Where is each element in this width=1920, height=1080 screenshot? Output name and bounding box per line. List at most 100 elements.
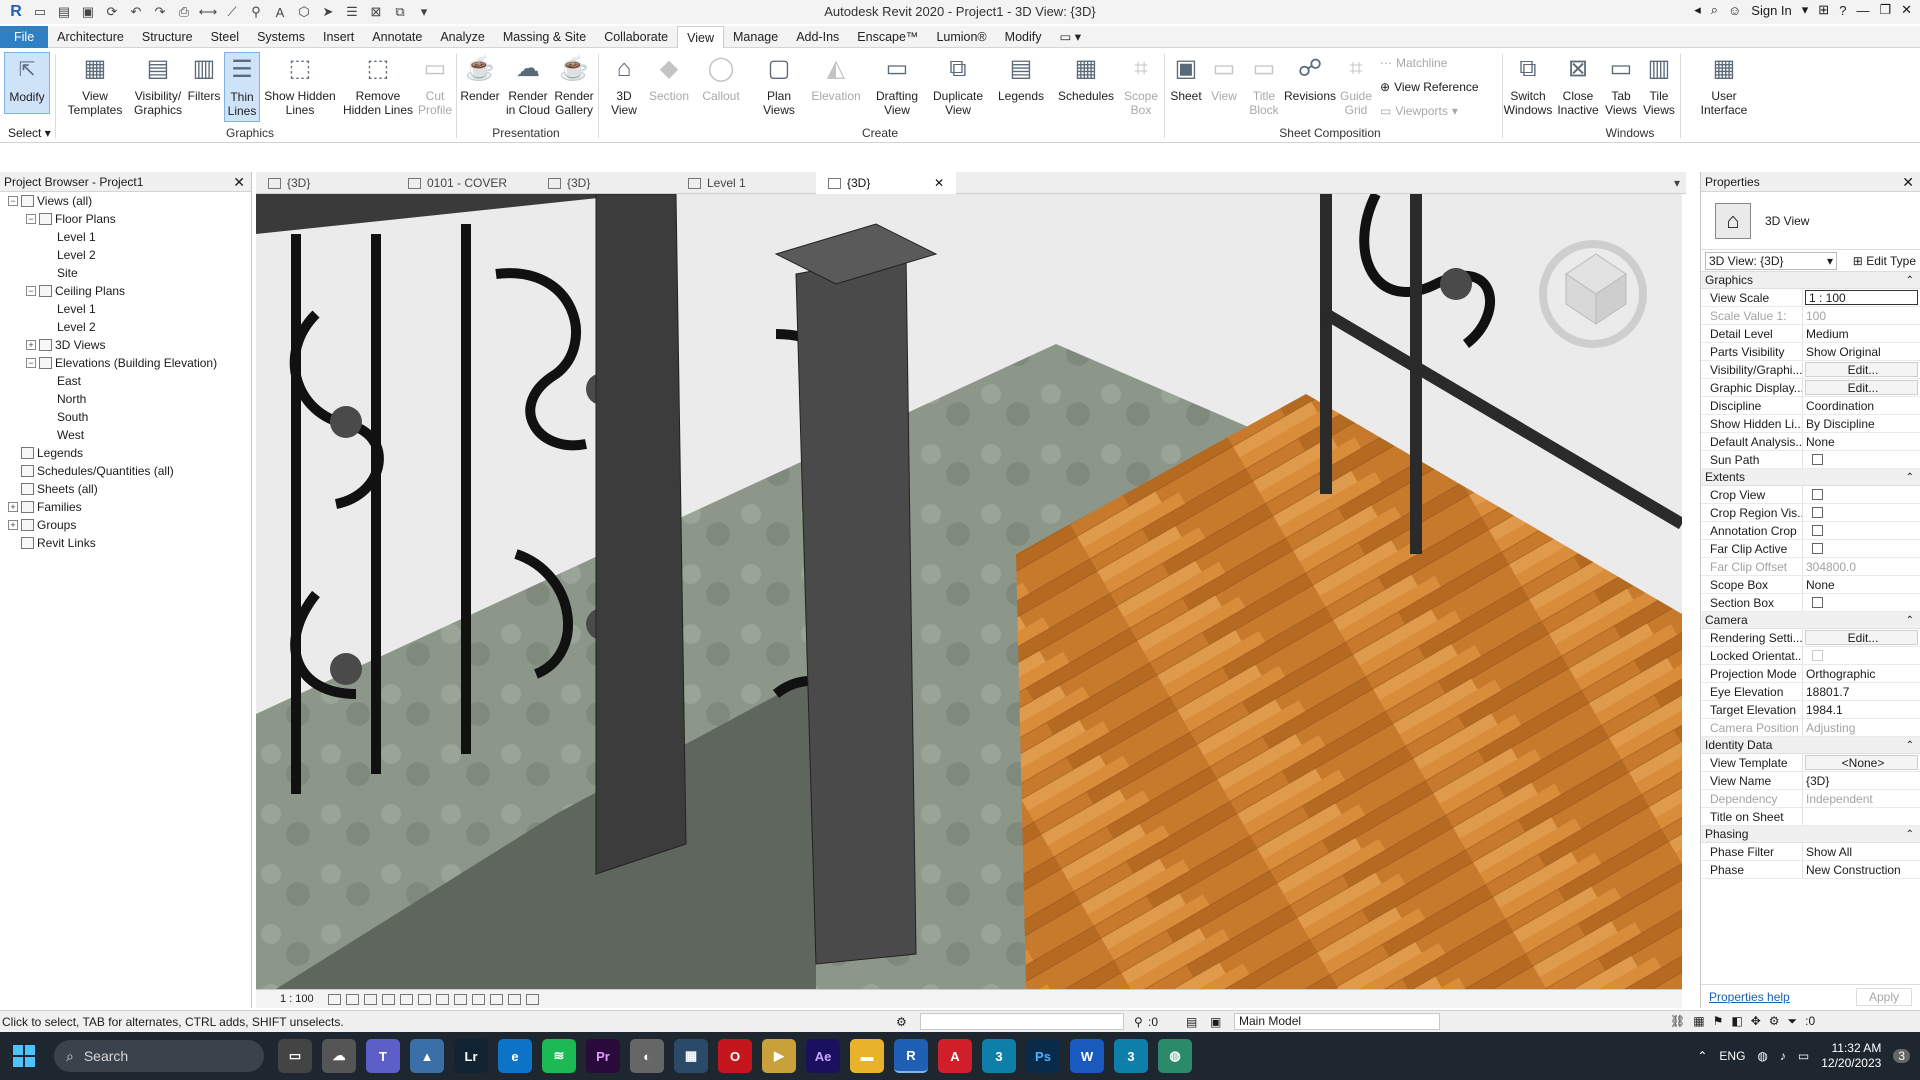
teams-icon[interactable]: T — [366, 1039, 400, 1073]
property-checkbox[interactable] — [1812, 507, 1823, 518]
highlight-displacement-icon[interactable] — [525, 993, 539, 1005]
title-block-button[interactable]: ▭ Title Block — [1244, 52, 1284, 118]
tab-lumion-[interactable]: Lumion® — [927, 26, 995, 48]
collapse-group-icon[interactable]: ⌃ — [1906, 469, 1914, 486]
select-underlay-icon[interactable]: ▦ — [1693, 1014, 1704, 1029]
expand-icon[interactable]: + — [8, 502, 18, 512]
redo-icon[interactable]: ↷ — [150, 2, 170, 22]
instance-selector[interactable]: 3D View: {3D} ▾ — [1705, 251, 1837, 270]
properties-help-link[interactable]: Properties help — [1709, 990, 1790, 1004]
property-value[interactable]: None — [1803, 576, 1920, 593]
property-value[interactable] — [1803, 540, 1920, 557]
visibility-graphics-button[interactable]: ▤ Visibility/ Graphics — [130, 52, 186, 118]
property-value[interactable]: Independent — [1803, 790, 1920, 807]
tab-add-ins[interactable]: Add-Ins — [787, 26, 848, 48]
close-hidden-windows-icon[interactable]: ⊠ — [366, 2, 386, 22]
binoculars-icon[interactable]: ⌕ — [1711, 2, 1718, 18]
signin-dropdown-icon[interactable]: ▾ — [1802, 2, 1809, 18]
network-icon[interactable]: ◍ — [1757, 1049, 1767, 1063]
browser-node[interactable]: + Families — [0, 498, 251, 516]
thin-lines-button[interactable]: ☰ Thin Lines — [224, 52, 260, 122]
property-value[interactable]: None — [1803, 433, 1920, 450]
property-value[interactable] — [1803, 594, 1920, 611]
save-icon[interactable]: ▣ — [78, 2, 98, 22]
callout-button[interactable]: ◯ Callout — [698, 52, 744, 104]
view-tab[interactable]: 0101 - COVER — [396, 172, 536, 194]
open-icon[interactable]: ▭ — [30, 2, 50, 22]
calculator-icon[interactable]: ▦ — [674, 1039, 708, 1073]
property-checkbox[interactable] — [1812, 489, 1823, 500]
help-icon[interactable]: ? — [1839, 3, 1846, 18]
property-value[interactable]: Edit... — [1805, 630, 1918, 645]
minimize-icon[interactable]: — — [1856, 3, 1869, 18]
user-interface-button[interactable]: ▦ User Interface — [1694, 52, 1754, 118]
app-disc-icon[interactable]: ◐ — [630, 1039, 664, 1073]
start-button[interactable] — [0, 1032, 48, 1080]
property-value[interactable]: New Construction — [1803, 861, 1920, 878]
drafting-view-button[interactable]: ▭ Drafting View — [870, 52, 924, 118]
cart-icon[interactable]: ⊞ — [1818, 2, 1829, 18]
render-in-cloud-button[interactable]: ☁ Render in Cloud — [502, 52, 554, 118]
section-button[interactable]: ◆ Section — [646, 52, 692, 104]
edge-icon[interactable]: e — [498, 1039, 532, 1073]
matchline-button[interactable]: ⋯ Matchline — [1380, 56, 1447, 70]
browser-node[interactable]: +3D Views — [0, 336, 251, 354]
photos-icon[interactable]: ▲ — [410, 1039, 444, 1073]
render-dialog-icon[interactable] — [399, 993, 413, 1005]
property-group-header[interactable]: Extents ⌃ — [1701, 469, 1920, 486]
property-checkbox[interactable] — [1812, 525, 1823, 536]
select-pinned-icon[interactable]: ⚑ — [1713, 1014, 1724, 1029]
view-scale[interactable]: 1 : 100 — [280, 993, 314, 1005]
collapse-icon[interactable]: − — [8, 196, 18, 206]
filters-button[interactable]: ▥ Filters — [186, 52, 222, 104]
property-value[interactable]: Adjusting — [1803, 719, 1920, 736]
property-value[interactable]: Edit... — [1805, 380, 1918, 395]
globe-app-icon[interactable]: ◍ — [1158, 1039, 1192, 1073]
browser-node[interactable]: − Floor Plans — [0, 210, 251, 228]
tab-view[interactable]: View — [677, 25, 724, 48]
task-view-icon[interactable]: ▭ — [278, 1039, 312, 1073]
section-icon[interactable]: ➤ — [318, 2, 338, 22]
view-place-button[interactable]: ▭ View — [1206, 52, 1242, 104]
property-value[interactable]: Edit... — [1805, 362, 1918, 377]
duplicate-view-button[interactable]: ⧉ Duplicate View — [928, 52, 988, 118]
edit-type-button[interactable]: ⊞ Edit Type — [1853, 254, 1916, 268]
close-inactive-button[interactable]: ⊠ Close Inactive — [1556, 52, 1600, 118]
reveal-hidden-icon[interactable] — [489, 993, 503, 1005]
property-value[interactable]: Orthographic — [1803, 665, 1920, 682]
close-browser-icon[interactable]: ✕ — [233, 172, 245, 192]
property-value[interactable] — [1803, 451, 1920, 468]
tab-analyze[interactable]: Analyze — [431, 26, 493, 48]
workset-dropdown[interactable] — [920, 1013, 1124, 1030]
sync-icon[interactable]: ⟳ — [102, 2, 122, 22]
browser-node[interactable]: + Groups — [0, 516, 251, 534]
tab-insert[interactable]: Insert — [314, 26, 363, 48]
close-tab-icon[interactable]: ✕ — [934, 172, 944, 194]
apply-button[interactable]: Apply — [1855, 987, 1912, 1006]
browser-node[interactable]: West — [0, 426, 251, 444]
schedules-button[interactable]: ▦ Schedules — [1056, 52, 1116, 104]
property-value[interactable] — [1803, 522, 1920, 539]
infocenter-arrow-icon[interactable]: ◂ — [1694, 2, 1701, 18]
expand-icon[interactable]: + — [26, 340, 36, 350]
browser-node[interactable]: Level 1 — [0, 228, 251, 246]
tab-structure[interactable]: Structure — [133, 26, 202, 48]
visual-style-icon[interactable] — [345, 993, 359, 1005]
property-value[interactable]: <None> — [1805, 755, 1918, 770]
thin-lines-qat-icon[interactable]: ☰ — [342, 2, 362, 22]
tab-modify[interactable]: Modify — [996, 26, 1051, 48]
collapse-group-icon[interactable]: ⌃ — [1906, 737, 1914, 754]
switch-windows-qat-icon[interactable]: ⧉ — [390, 2, 410, 22]
design-option-dropdown[interactable]: Main Model — [1234, 1013, 1440, 1030]
type-selector[interactable]: ⌂ 3D View — [1701, 192, 1920, 250]
sun-path-icon[interactable] — [363, 993, 377, 1005]
file-explorer-icon[interactable]: ▬ — [850, 1039, 884, 1073]
property-value[interactable]: Coordination — [1803, 397, 1920, 414]
lightroom-icon[interactable]: Lr — [454, 1039, 488, 1073]
browser-node[interactable]: − Elevations (Building Elevation) — [0, 354, 251, 372]
view-tab[interactable]: {3D} — [256, 172, 396, 194]
expand-icon[interactable]: + — [8, 520, 18, 530]
property-value[interactable]: 304800.0 — [1803, 558, 1920, 575]
property-checkbox[interactable] — [1812, 454, 1823, 465]
browser-node[interactable]: Legends — [0, 444, 251, 462]
